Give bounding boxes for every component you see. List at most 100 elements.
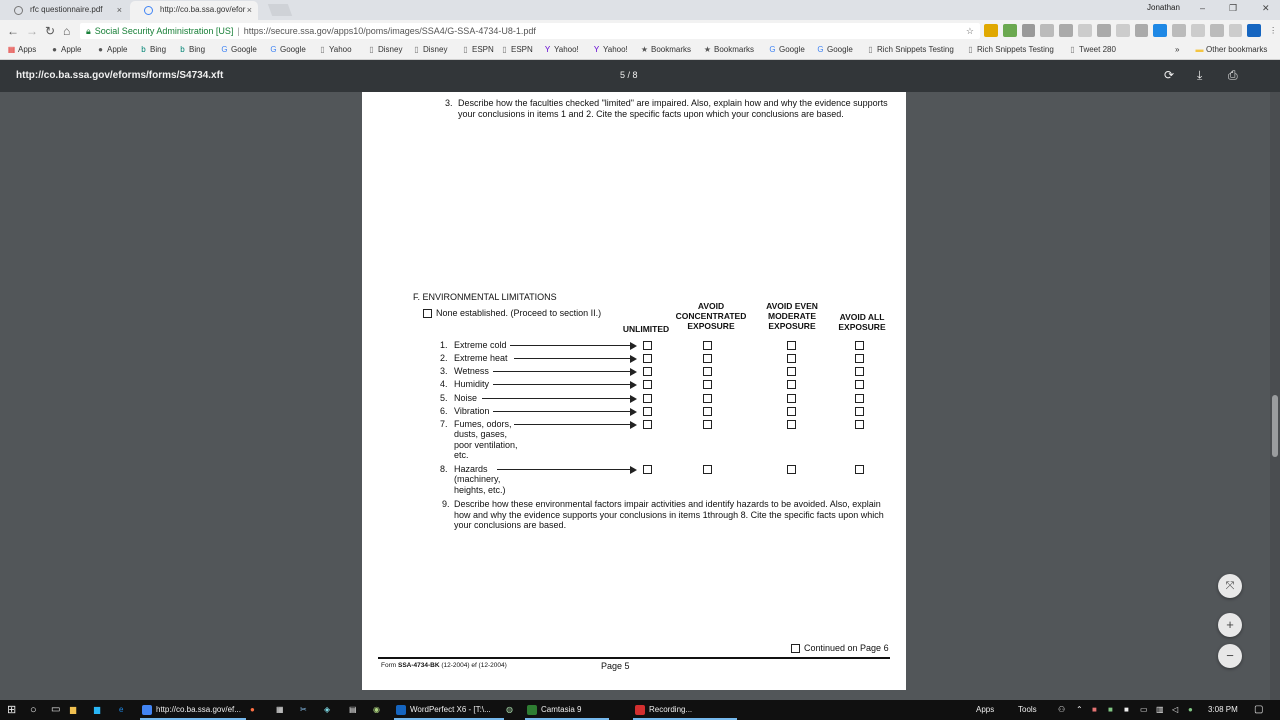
- extension-icon[interactable]: [1134, 24, 1149, 37]
- extension-icon[interactable]: [1209, 24, 1224, 37]
- taskbar-app-button[interactable]: Recording...: [633, 700, 737, 720]
- bookmark-item[interactable]: ● Apple: [50, 45, 81, 54]
- print-icon[interactable]: ⎙: [1228, 68, 1238, 83]
- exposure-checkbox[interactable]: [643, 354, 652, 363]
- continued-checkbox[interactable]: [791, 644, 800, 653]
- url-text[interactable]: https://secure.ssa.gov/apps10/poms/image…: [244, 26, 536, 36]
- tab-ssa-eforms[interactable]: http://co.ba.ssa.gov/efor ×: [130, 1, 258, 20]
- window-close-icon[interactable]: ✕: [1262, 3, 1270, 14]
- bookmarks-overflow-button[interactable]: »: [1175, 45, 1179, 54]
- other-bookmarks[interactable]: ▬ Other bookmarks: [1195, 45, 1268, 54]
- show-hidden-icons[interactable]: ⌃: [1076, 700, 1083, 720]
- firefox-icon[interactable]: ●: [250, 700, 255, 720]
- taskbar-app-button[interactable]: Camtasia 9: [525, 700, 609, 720]
- bookmark-item[interactable]: b Bing: [178, 45, 205, 54]
- exposure-checkbox[interactable]: [855, 367, 864, 376]
- new-tab-button[interactable]: [267, 4, 293, 16]
- bookmark-item[interactable]: G Google: [816, 45, 852, 54]
- close-tab-icon[interactable]: ×: [117, 1, 122, 19]
- bookmark-star-icon[interactable]: ☆: [966, 23, 974, 39]
- volume-icon[interactable]: ◁: [1172, 700, 1178, 720]
- exposure-checkbox[interactable]: [703, 394, 712, 403]
- store-icon[interactable]: ▆: [94, 700, 100, 720]
- fit-to-page-icon[interactable]: ⤧: [1218, 574, 1242, 598]
- exposure-checkbox[interactable]: [855, 420, 864, 429]
- bookmark-item[interactable]: ▯ ESPN: [500, 45, 533, 54]
- bookmark-item[interactable]: ▯ Disney: [412, 45, 447, 54]
- task-view-icon[interactable]: ▭: [51, 700, 60, 720]
- exposure-checkbox[interactable]: [855, 354, 864, 363]
- exposure-checkbox[interactable]: [643, 420, 652, 429]
- people-icon[interactable]: ⚇: [1058, 700, 1065, 720]
- exposure-checkbox[interactable]: [703, 420, 712, 429]
- bookmark-item[interactable]: ★ Bookmarks: [703, 45, 754, 54]
- tools-toolbar[interactable]: Tools: [1018, 700, 1037, 720]
- exposure-checkbox[interactable]: [787, 394, 796, 403]
- tray-icon[interactable]: ●: [1188, 700, 1193, 720]
- snipping-icon[interactable]: ✂: [300, 700, 307, 720]
- menu-icon[interactable]: ⋮: [1266, 24, 1280, 37]
- file-explorer-icon[interactable]: ▆: [70, 700, 76, 720]
- tray-icon[interactable]: ■: [1092, 700, 1097, 720]
- notifications-icon[interactable]: ▢: [1254, 700, 1263, 720]
- taskbar-app-button[interactable]: http://co.ba.ssa.gov/ef...: [140, 700, 246, 720]
- extension-icon[interactable]: [1078, 24, 1092, 37]
- forward-icon[interactable]: →: [26, 24, 38, 38]
- exposure-checkbox[interactable]: [643, 367, 652, 376]
- exposure-checkbox[interactable]: [787, 341, 796, 350]
- restore-icon[interactable]: ❐: [1229, 3, 1237, 14]
- bookmark-item[interactable]: ▯ Rich Snippets Testing: [966, 45, 1054, 54]
- taskbar-app-button[interactable]: WordPerfect X6 - [T:\...: [394, 700, 504, 720]
- exposure-checkbox[interactable]: [855, 465, 864, 474]
- download-icon[interactable]: ⤓: [1197, 68, 1202, 83]
- exposure-checkbox[interactable]: [703, 465, 712, 474]
- exposure-checkbox[interactable]: [787, 380, 796, 389]
- bookmark-item[interactable]: G Google: [220, 45, 256, 54]
- profile-name[interactable]: Jonathan: [1147, 3, 1180, 12]
- search-icon[interactable]: ○: [30, 700, 37, 720]
- bookmark-item[interactable]: Y Yahoo!: [592, 45, 628, 54]
- scrollbar-thumb[interactable]: [1272, 395, 1278, 457]
- apps-toolbar[interactable]: Apps: [976, 700, 994, 720]
- minimize-icon[interactable]: –: [1200, 3, 1205, 13]
- close-tab-icon[interactable]: ×: [247, 1, 252, 19]
- app-icon[interactable]: ◍: [506, 700, 513, 720]
- tab-rfc-questionnaire[interactable]: rfc questionnaire.pdf ×: [0, 1, 128, 20]
- extension-icon[interactable]: [1247, 24, 1262, 37]
- exposure-checkbox[interactable]: [787, 354, 796, 363]
- bookmark-item[interactable]: G Google: [269, 45, 305, 54]
- exposure-checkbox[interactable]: [855, 394, 864, 403]
- extension-icon[interactable]: [1228, 24, 1243, 37]
- exposure-checkbox[interactable]: [787, 407, 796, 416]
- network-icon[interactable]: ▥: [1156, 700, 1164, 720]
- edge-icon[interactable]: e: [119, 700, 123, 720]
- clock[interactable]: 3:08 PM: [1208, 700, 1238, 720]
- bookmark-item[interactable]: b Bing: [139, 45, 166, 54]
- reload-icon[interactable]: ↻: [45, 24, 55, 38]
- extension-icon[interactable]: [984, 24, 998, 37]
- extension-icon[interactable]: [1115, 24, 1130, 37]
- back-icon[interactable]: ←: [7, 24, 19, 38]
- exposure-checkbox[interactable]: [643, 465, 652, 474]
- exposure-checkbox[interactable]: [787, 367, 796, 376]
- extension-icon[interactable]: [1153, 24, 1168, 37]
- exposure-checkbox[interactable]: [703, 367, 712, 376]
- bookmark-item[interactable]: ▯ ESPN: [461, 45, 494, 54]
- bookmark-item[interactable]: ● Apple: [96, 45, 127, 54]
- zoom-out-icon[interactable]: −: [1218, 644, 1242, 668]
- bookmark-item[interactable]: ★ Bookmarks: [640, 45, 691, 54]
- rotate-icon[interactable]: ⟳: [1164, 68, 1174, 82]
- extension-icon[interactable]: [1172, 24, 1186, 37]
- site-identity[interactable]: Social Security Administration [US]: [95, 26, 234, 36]
- bookmark-item[interactable]: G Google: [768, 45, 804, 54]
- bookmark-item[interactable]: ▦ Apps: [7, 45, 37, 54]
- extension-icon[interactable]: [1002, 24, 1017, 37]
- bookmark-item[interactable]: ▯ Yahoo: [318, 45, 351, 54]
- exposure-checkbox[interactable]: [703, 407, 712, 416]
- extension-icon[interactable]: [1021, 24, 1036, 37]
- exposure-checkbox[interactable]: [643, 394, 652, 403]
- calculator-icon[interactable]: ▦: [276, 700, 284, 720]
- app-icon[interactable]: ◈: [324, 700, 330, 720]
- notepad-icon[interactable]: ▤: [349, 700, 357, 720]
- extension-icon[interactable]: [1059, 24, 1074, 37]
